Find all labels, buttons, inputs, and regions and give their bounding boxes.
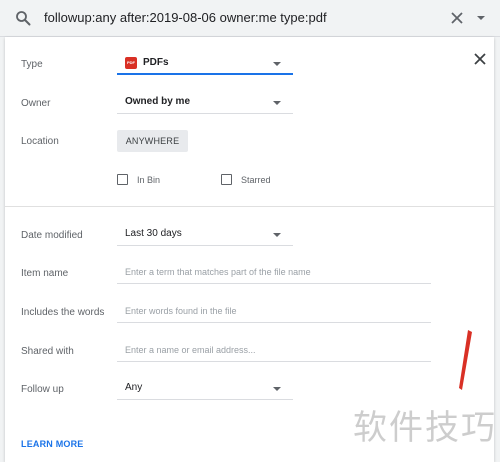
in-bin-label: In Bin [137, 175, 161, 185]
type-label: Type [21, 59, 43, 70]
section-divider [5, 206, 494, 207]
date-modified-dropdown[interactable]: Last 30 days [117, 224, 293, 246]
pdf-file-icon: PDF [125, 57, 137, 69]
search-options-chevron-down-icon[interactable] [476, 14, 486, 22]
advanced-search-panel: Type PDF PDFs Owner Owned by me Location… [5, 37, 494, 462]
follow-up-dropdown[interactable]: Any [117, 378, 293, 400]
owner-dropdown[interactable]: Owned by me [117, 92, 293, 114]
owner-value: Owned by me [125, 96, 191, 107]
item-name-label: Item name [21, 268, 69, 279]
follow-up-dropdown-arrow-icon [273, 387, 281, 391]
clear-search-icon[interactable] [449, 10, 465, 26]
follow-up-value: Any [125, 382, 143, 393]
in-bin-checkbox[interactable] [117, 174, 128, 185]
includes-words-label: Includes the words [21, 307, 105, 318]
shared-with-field[interactable]: Enter a name or email address... [117, 340, 431, 362]
date-modified-value: Last 30 days [125, 228, 182, 239]
search-query[interactable]: followup:any after:2019-08-06 owner:me t… [44, 10, 327, 25]
red-annotation-arrow [459, 330, 472, 390]
close-panel-icon[interactable] [472, 51, 488, 67]
type-value: PDFs [143, 57, 169, 68]
location-label: Location [21, 136, 59, 147]
follow-up-label: Follow up [21, 384, 64, 395]
item-name-field[interactable]: Enter a term that matches part of the fi… [117, 262, 431, 284]
owner-label: Owner [21, 98, 51, 109]
date-modified-label: Date modified [21, 230, 83, 241]
search-bar[interactable]: followup:any after:2019-08-06 owner:me t… [0, 0, 500, 37]
date-modified-dropdown-arrow-icon [273, 233, 281, 237]
shared-with-placeholder: Enter a name or email address... [125, 345, 256, 355]
includes-words-placeholder: Enter words found in the file [125, 306, 237, 316]
watermark-text: 软件技巧 [353, 408, 497, 448]
includes-words-field[interactable]: Enter words found in the file [117, 301, 431, 323]
shared-with-label: Shared with [21, 346, 74, 357]
item-name-placeholder: Enter a term that matches part of the fi… [125, 267, 311, 277]
starred-label: Starred [241, 175, 271, 185]
type-dropdown-arrow-icon [273, 62, 281, 66]
learn-more-link[interactable]: LEARN MORE [21, 439, 84, 449]
location-anywhere-chip[interactable]: ANYWHERE [117, 130, 188, 152]
type-dropdown[interactable]: PDF PDFs [117, 53, 293, 75]
owner-dropdown-arrow-icon [273, 101, 281, 105]
search-icon[interactable] [15, 10, 31, 26]
starred-checkbox[interactable] [221, 174, 232, 185]
